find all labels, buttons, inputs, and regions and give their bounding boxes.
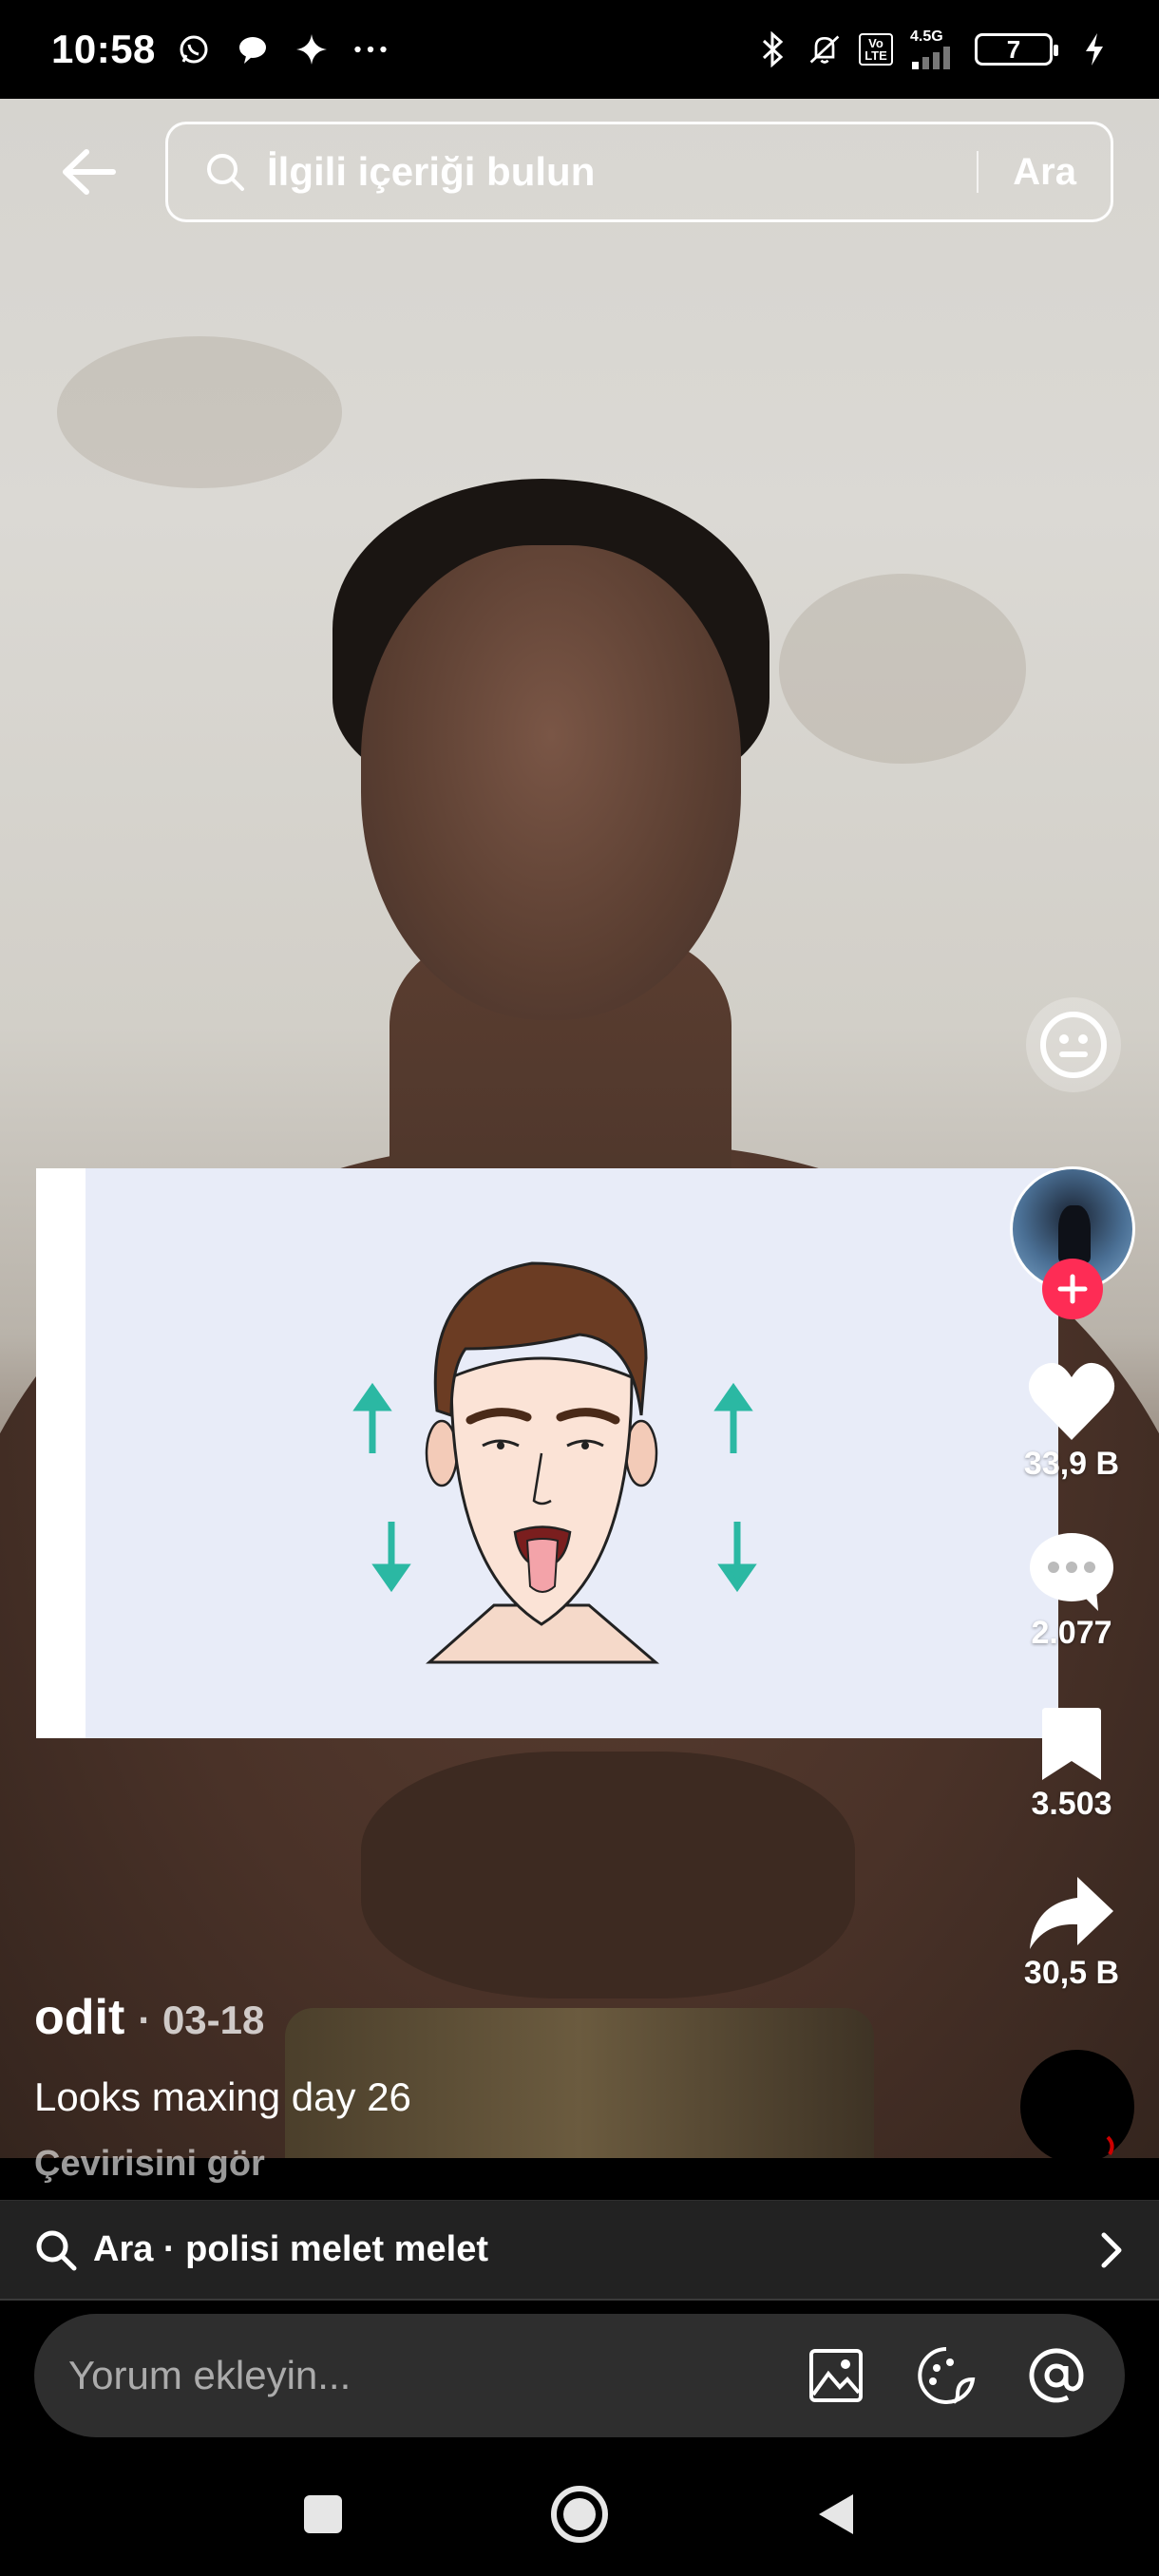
search-bar[interactable]: İlgili içeriği bulun Ara: [165, 122, 1113, 222]
comment-count: 2.077: [1031, 1615, 1112, 1651]
plus-icon: [1057, 1274, 1088, 1304]
share-arrow-icon: [1030, 1877, 1113, 1949]
navigation-bar: [0, 2453, 1159, 2576]
music-disc[interactable]: [1020, 2050, 1134, 2164]
search-icon: [36, 2230, 77, 2270]
wall-texture: [57, 336, 342, 488]
square-icon: [304, 2495, 342, 2533]
back-nav-button[interactable]: [803, 2481, 869, 2548]
status-bar: 10:58 Vo LTE 4.5G 7: [0, 0, 1159, 99]
post-meta: odit · 03-18: [34, 1989, 264, 2046]
person-hand: [361, 1752, 855, 1998]
follow-button[interactable]: [1042, 1259, 1103, 1319]
search-input[interactable]: İlgili içeriği bulun: [267, 149, 977, 195]
see-translation-link[interactable]: Çevirisini gör: [34, 2144, 265, 2185]
search-divider: [977, 151, 979, 193]
volte-icon: Vo LTE: [859, 32, 893, 66]
search-icon: [202, 149, 248, 195]
comment-area: Yorum ekleyin...: [0, 2301, 1159, 2453]
heart-icon: [1028, 1362, 1115, 1440]
post-caption: Looks maxing day 26: [34, 2074, 411, 2119]
face-diagram: [352, 1261, 757, 1664]
suggestion-text: Ara · polisi melet melet: [93, 2229, 489, 2269]
bookmark-icon: [1042, 1708, 1101, 1780]
sticker-icon[interactable]: [916, 2345, 977, 2406]
video-player[interactable]: [0, 99, 1159, 2158]
share-button[interactable]: 30,5 B: [1015, 1875, 1129, 1992]
charging-icon: [1077, 32, 1112, 66]
back-arrow-icon: [63, 149, 116, 195]
face-effect-button[interactable]: [1024, 995, 1123, 1094]
wall-texture: [779, 574, 1026, 764]
network-type: 4.5G: [910, 29, 958, 69]
like-button[interactable]: 33,9 B: [1015, 1360, 1129, 1483]
back-button[interactable]: [55, 139, 122, 205]
battery-indicator: 7: [975, 33, 1058, 66]
status-time: 10:58: [51, 27, 156, 71]
share-count: 30,5 B: [1023, 1955, 1120, 1991]
triangle-back-icon: [819, 2494, 853, 2534]
username[interactable]: odit: [34, 1989, 124, 2046]
image-icon[interactable]: [806, 2345, 866, 2406]
post-date: · 03-18: [138, 1998, 265, 2042]
comment-button[interactable]: 2.077: [1015, 1531, 1129, 1652]
mention-icon[interactable]: [1026, 2345, 1087, 2406]
home-button[interactable]: [546, 2481, 613, 2548]
search-suggestion-bar[interactable]: Ara · polisi melet melet: [0, 2200, 1159, 2301]
exercise-illustration: [36, 1168, 1058, 1738]
avatar-figure: [1058, 1205, 1091, 1262]
like-count: 33,9 B: [1023, 1446, 1120, 1482]
notification-icons: [177, 32, 388, 66]
music-note-icon: [1106, 2135, 1114, 2156]
bluetooth-icon: [756, 31, 790, 67]
chat-bubble-icon: [236, 32, 270, 66]
person-face: [361, 545, 741, 1020]
comment-placeholder[interactable]: Yorum ekleyin...: [68, 2353, 806, 2398]
whatsapp-icon: [177, 32, 211, 66]
comment-input[interactable]: Yorum ekleyin...: [34, 2314, 1125, 2437]
comment-actions: [806, 2345, 1087, 2406]
chevron-right-icon: [1101, 2232, 1122, 2267]
face-effect-icon: [1026, 997, 1121, 1092]
system-icons: Vo LTE 4.5G 7: [756, 29, 1112, 69]
bookmark-button[interactable]: 3.503: [1015, 1706, 1129, 1823]
comment-bubble-icon: [1030, 1533, 1113, 1611]
search-submit-button[interactable]: Ara: [1013, 151, 1076, 194]
mute-icon: [808, 32, 842, 66]
sparkle-icon: [294, 32, 329, 66]
save-count: 3.503: [1031, 1786, 1112, 1822]
illustration-panel: [86, 1168, 1058, 1738]
home-circle-icon: [551, 2486, 608, 2543]
recent-apps-button[interactable]: [290, 2481, 356, 2548]
more-notifications-icon: [353, 32, 388, 66]
